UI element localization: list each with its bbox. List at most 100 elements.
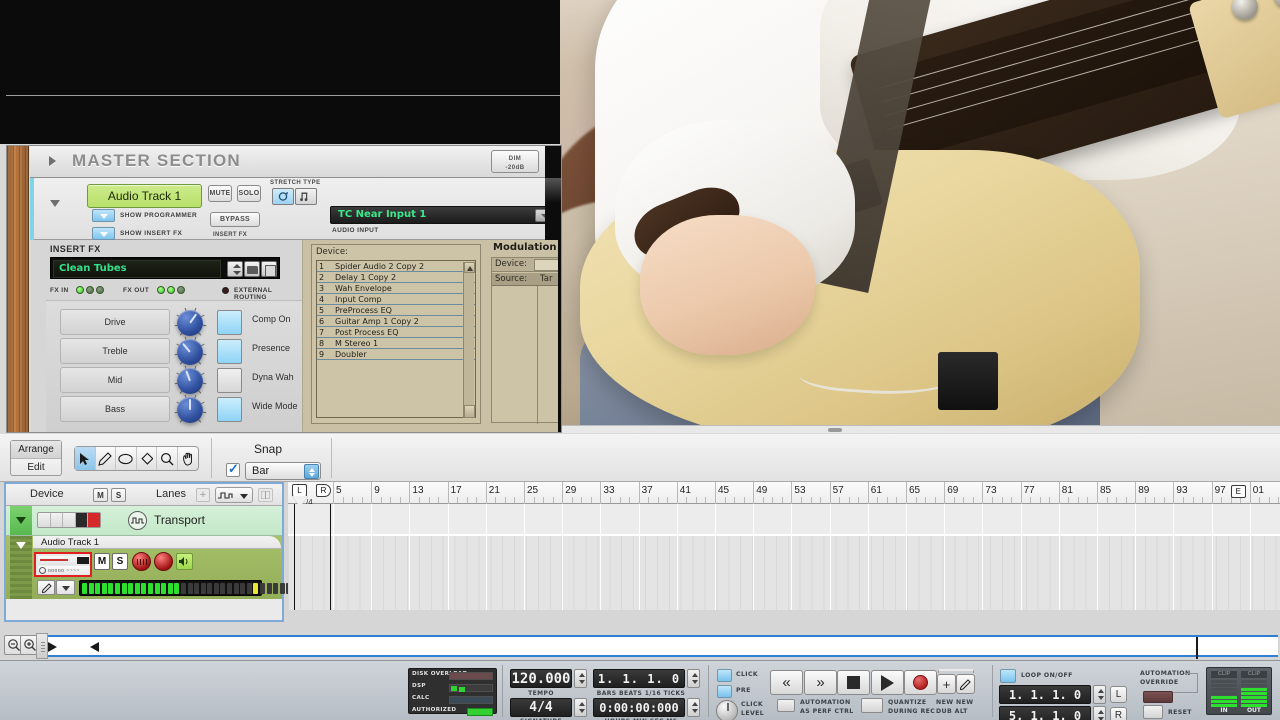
track-row-audio[interactable]: Audio Track 1 ooooo ~~~~ M S (6, 536, 298, 599)
tempo-field[interactable]: 120.000 (510, 669, 572, 688)
horizontal-scroll-strip[interactable] (48, 635, 1278, 659)
right-locator-marker[interactable]: R (316, 484, 331, 497)
record-enable-button[interactable] (154, 552, 173, 571)
pointer-tool-icon[interactable] (75, 447, 96, 470)
mode-switch[interactable]: Arrange Edit (10, 440, 62, 476)
scroll-left-handle[interactable] (48, 642, 58, 653)
snap-checkbox[interactable] (226, 461, 240, 477)
edit-mode-button[interactable]: Edit (11, 459, 61, 476)
automation-pen-icon[interactable] (37, 580, 55, 595)
stop-button[interactable] (837, 670, 870, 695)
mini-record-icon[interactable] (88, 513, 100, 527)
new-alt-pencil-button[interactable] (956, 674, 975, 694)
stretch-type-note-icon[interactable] (295, 188, 317, 205)
record-arm-button[interactable] (132, 552, 151, 571)
timeline-ruler[interactable]: L R /4 5 9 13 17 21 25 29 33 37 41 45 49 53 57 61 65 69 7… (288, 482, 1280, 507)
mute-button[interactable]: MUTE (208, 185, 232, 202)
automation-dropdown[interactable] (56, 580, 75, 595)
video-resize-grip[interactable] (560, 425, 1280, 433)
video-overlay-guitar-performance[interactable] (560, 0, 1280, 432)
record-button[interactable] (904, 670, 937, 695)
wide-mode-checkbox[interactable] (217, 397, 242, 422)
scroll-end-handle[interactable] (1196, 637, 1198, 659)
device-list[interactable]: 1 Spider Audio 2 Copy 2 2 Delay 1 Copy 2 3… (316, 260, 476, 418)
treble-knob[interactable] (177, 339, 203, 365)
audio-track-name-tab[interactable]: Audio Track 1 (33, 536, 281, 549)
reset-button[interactable] (1143, 705, 1163, 719)
loop-checkbox[interactable] (1000, 669, 1016, 683)
loop-left-button[interactable]: L (1110, 686, 1127, 703)
signature-field[interactable]: 4/4 (510, 698, 572, 717)
presence-checkbox[interactable] (217, 339, 242, 364)
mini-play-icon[interactable] (75, 513, 89, 527)
mute-tool-icon[interactable] (137, 447, 157, 470)
snap-stepper-icon[interactable] (304, 464, 319, 479)
track-solo-button[interactable]: S (112, 553, 128, 570)
list-item[interactable]: 2 Delay 1 Copy 2 (317, 272, 475, 283)
list-item[interactable]: 9 Doubler (317, 349, 475, 360)
hand-tool-icon[interactable] (178, 447, 199, 470)
transport-expand-icon[interactable] (10, 506, 32, 535)
loop-end-field[interactable]: 5. 1. 1. 0 (999, 706, 1091, 720)
signature-stepper[interactable] (574, 698, 587, 717)
list-item[interactable]: 5 PreProcess EQ (317, 305, 475, 316)
mini-stop-icon[interactable] (63, 513, 76, 527)
scroll-right-handle[interactable] (90, 642, 100, 653)
lane-grid-button[interactable] (258, 488, 273, 502)
solo-button[interactable]: SOLO (237, 185, 261, 202)
click-checkbox[interactable] (717, 669, 732, 682)
solo-column-button[interactable]: S (111, 488, 126, 502)
track-name-button[interactable]: Audio Track 1 (87, 184, 202, 208)
list-item[interactable]: 8 M Stereo 1 (317, 338, 475, 349)
comp-on-checkbox[interactable] (217, 310, 242, 335)
show-programmer-toggle[interactable] (92, 209, 115, 222)
loop-start-field[interactable]: 1. 1. 1. 0 (999, 685, 1091, 704)
device-thumbnail-selected[interactable]: ooooo ~~~~ (34, 552, 92, 577)
list-item[interactable]: 4 Input Comp (317, 294, 475, 305)
audio-track-expand-icon[interactable] (10, 536, 32, 599)
position-stepper[interactable] (687, 669, 700, 688)
preset-stepper-button[interactable] (227, 261, 243, 277)
quantize-during-rec-toggle[interactable] (861, 698, 883, 713)
loop-start-stepper[interactable] (1093, 685, 1106, 704)
bypass-button[interactable]: BYPASS (210, 212, 260, 227)
add-lane-button[interactable]: + (196, 488, 210, 502)
zoom-tool-icon[interactable] (157, 447, 178, 470)
scroll-up-icon[interactable] (464, 262, 475, 273)
list-item[interactable]: 3 Wah Envelope (317, 283, 475, 294)
monitor-speaker-icon[interactable] (176, 553, 193, 570)
track-mute-button[interactable]: M (94, 553, 110, 570)
mid-knob[interactable] (177, 368, 203, 394)
list-item[interactable]: 6 Guitar Amp 1 Copy 2 (317, 316, 475, 327)
mini-forward-icon[interactable] (51, 513, 64, 527)
preset-selector[interactable]: Clean Tubes (50, 257, 280, 279)
collapse-triangle-icon[interactable] (50, 200, 60, 207)
lane-type-dropdown[interactable] (215, 487, 253, 503)
audio-input-selector[interactable]: TC Near Input 1 (330, 206, 558, 224)
snap-value-select[interactable]: Bar (245, 462, 321, 480)
scroll-down-icon[interactable] (464, 405, 475, 418)
list-item[interactable]: 1 Spider Audio 2 Copy 2 (317, 261, 475, 272)
show-insert-fx-toggle[interactable] (92, 227, 115, 240)
mute-column-button[interactable]: M (93, 488, 108, 502)
chevron-down-icon[interactable] (240, 494, 248, 499)
rewind-button[interactable]: « (770, 670, 803, 695)
tempo-stepper[interactable] (574, 669, 587, 688)
eraser-tool-icon[interactable] (116, 447, 137, 470)
mini-rewind-icon[interactable] (38, 513, 51, 527)
loop-right-button[interactable]: R (1110, 707, 1127, 720)
new-dub-plus-button[interactable]: + (937, 674, 956, 694)
time-field[interactable]: 0:00:00:000 (593, 698, 685, 717)
pre-checkbox[interactable] (717, 685, 732, 698)
bass-knob[interactable] (177, 397, 203, 423)
fast-forward-button[interactable]: » (804, 670, 837, 695)
loop-end-stepper[interactable] (1093, 706, 1106, 720)
drive-knob[interactable] (177, 310, 203, 336)
preset-folder-icon[interactable] (244, 261, 260, 277)
arrange-mode-button[interactable]: Arrange (11, 441, 61, 459)
arrangement-grid[interactable] (288, 504, 1280, 610)
position-field[interactable]: 1. 1. 1. 0 (593, 669, 685, 688)
device-list-scrollbar[interactable] (463, 262, 475, 418)
transport-mini-controls[interactable] (37, 512, 101, 528)
end-marker[interactable]: E (1230, 485, 1246, 498)
